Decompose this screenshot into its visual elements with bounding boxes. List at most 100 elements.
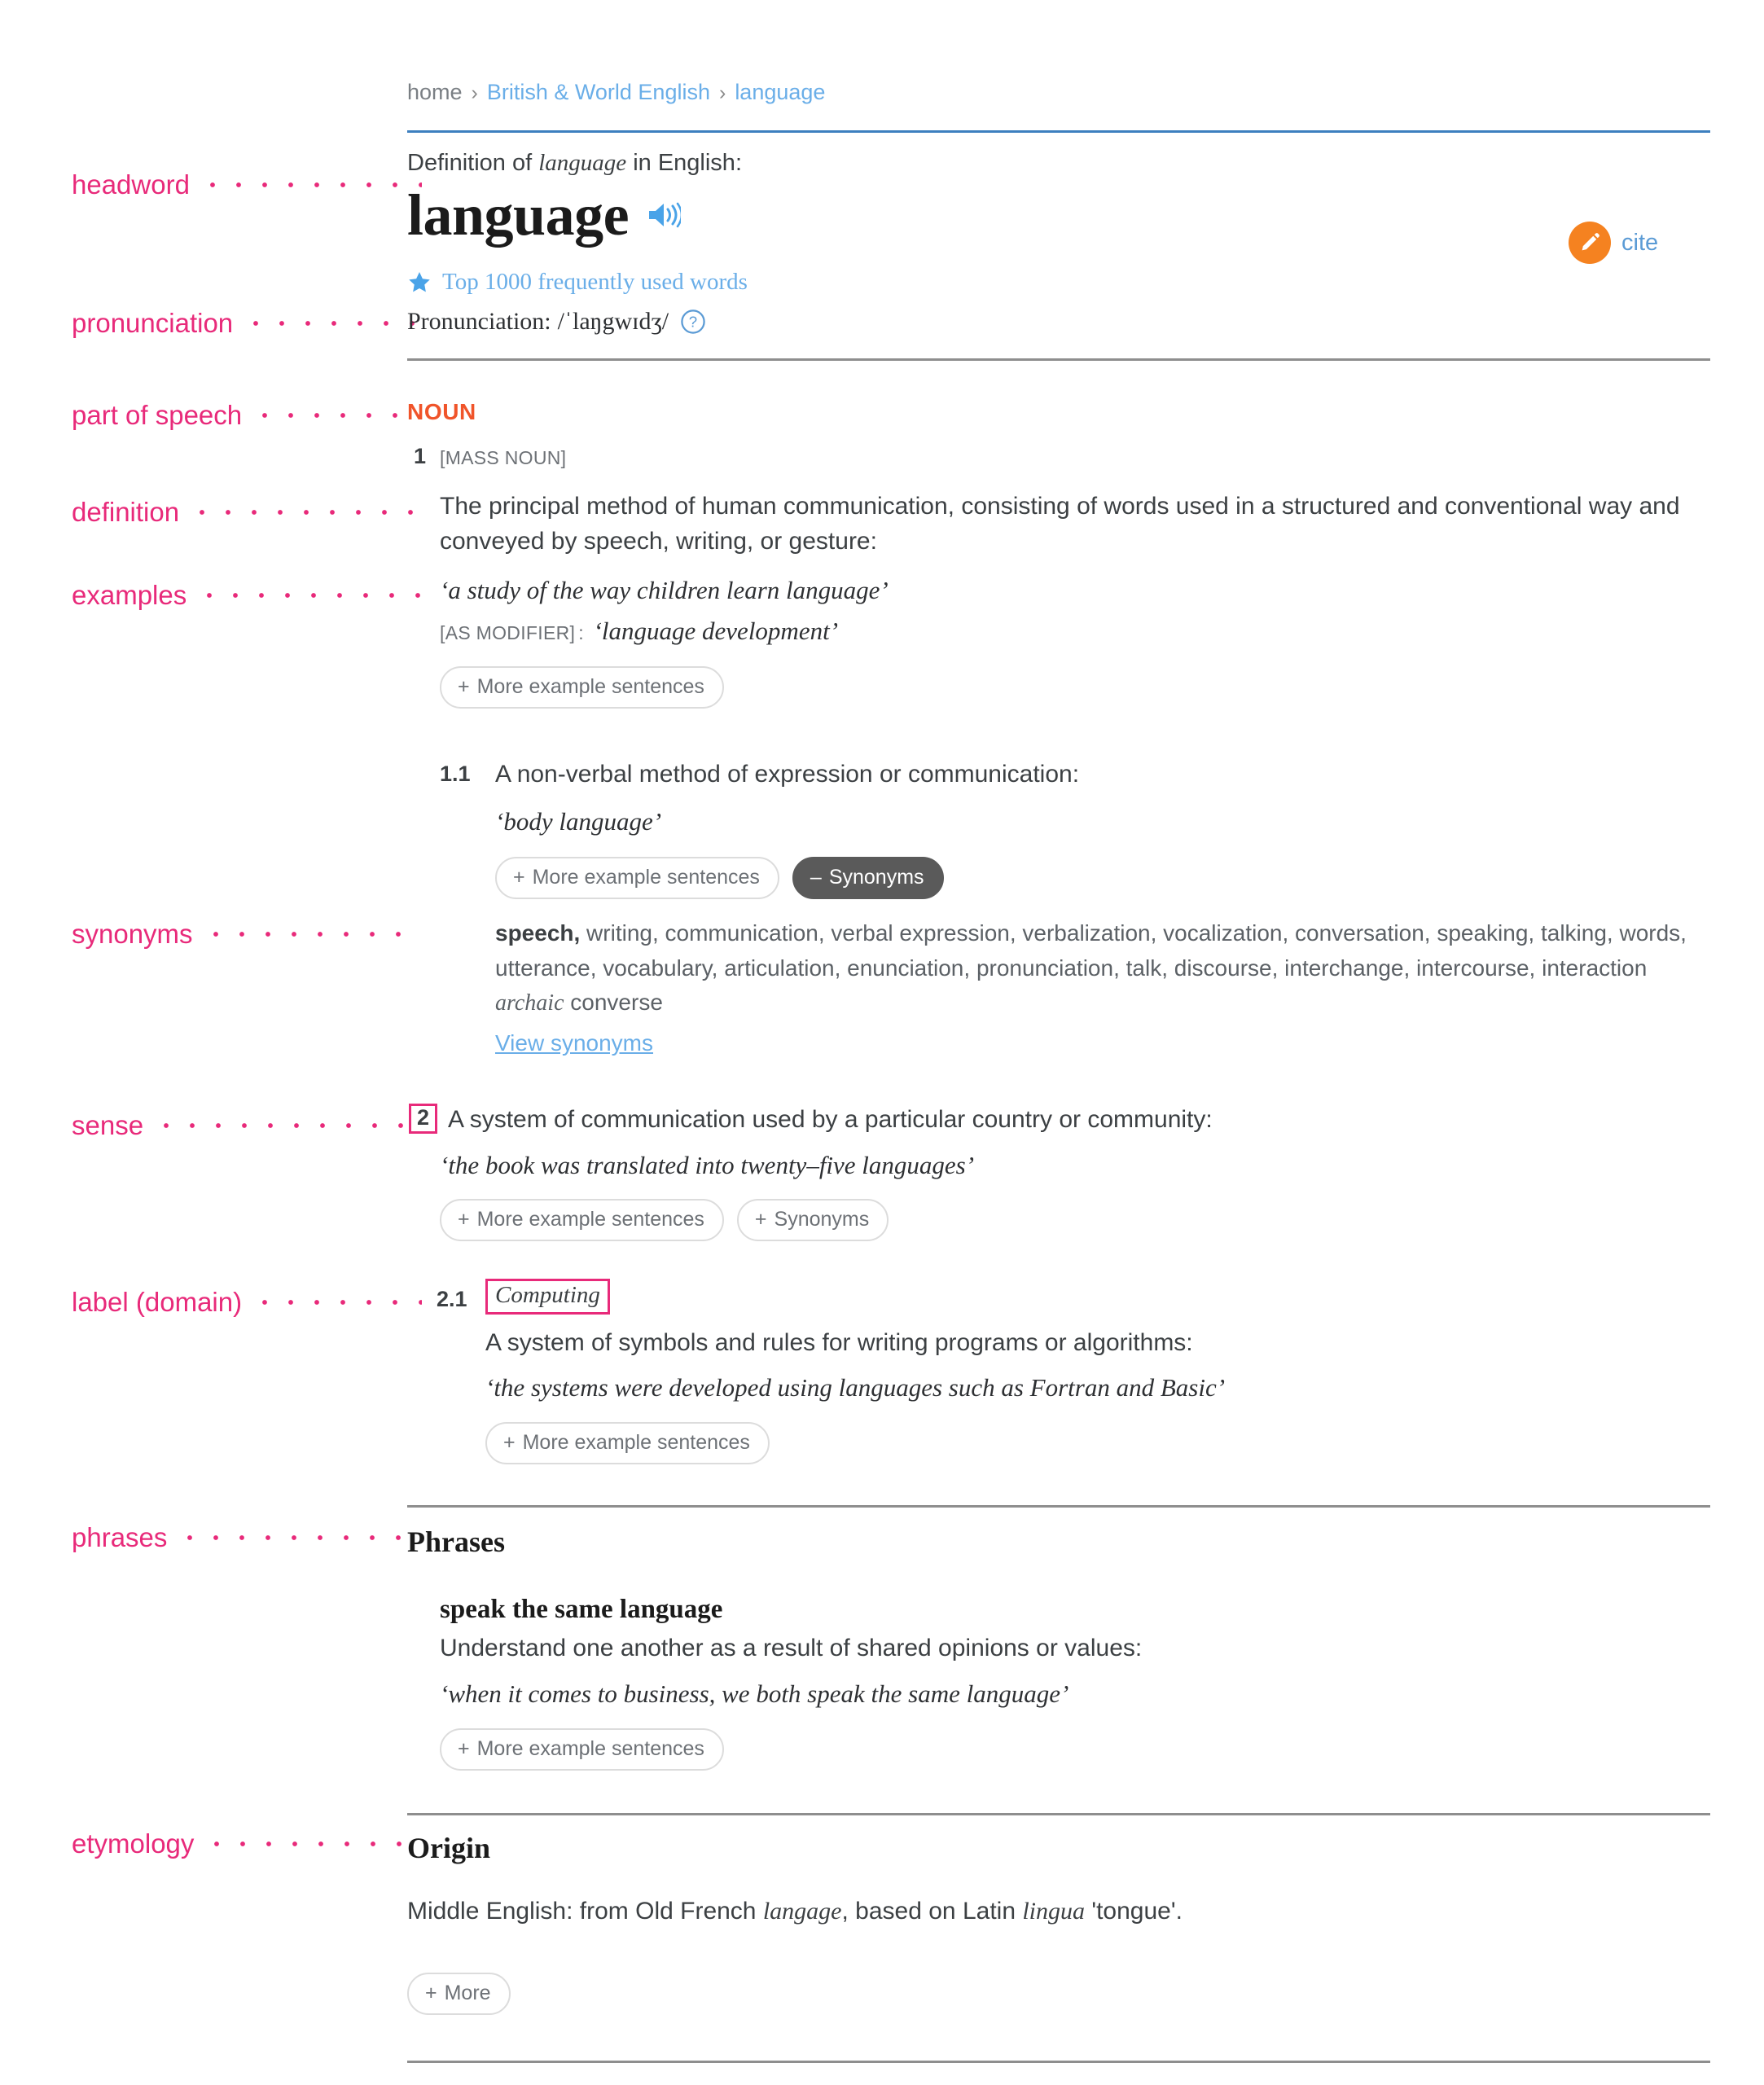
plus-sign: + bbox=[425, 1982, 437, 2004]
more-example-sentences-label: More example sentences bbox=[522, 1431, 750, 1454]
sense-2-1-buttons: + More example sentences bbox=[485, 1422, 770, 1464]
annotation-label: examples bbox=[72, 580, 187, 610]
modifier-example-row: [AS MODIFIER] : ‘language development’ bbox=[440, 617, 838, 646]
annotation-leader-line bbox=[202, 931, 422, 937]
minus-sign: – bbox=[810, 866, 822, 889]
synonyms-toggle-button[interactable]: + Synonyms bbox=[736, 1199, 889, 1241]
frequency-badge[interactable]: Top 1000 frequently used words bbox=[407, 269, 748, 296]
modifier-tag: [AS MODIFIER] bbox=[440, 622, 576, 643]
origin-divider bbox=[407, 1813, 1710, 1815]
sense-definition: A non-verbal method of expression or com… bbox=[495, 761, 1080, 788]
more-example-sentences-button[interactable]: + More example sentences bbox=[485, 1422, 770, 1464]
more-button[interactable]: + More bbox=[407, 1973, 511, 2015]
more-example-sentences-label: More example sentences bbox=[476, 1737, 704, 1760]
annotation-headword: headword bbox=[72, 167, 422, 203]
annotation-pronunciation: pronunciation bbox=[72, 305, 422, 341]
plus-sign: + bbox=[458, 1737, 470, 1760]
annotation-synonyms: synonyms bbox=[72, 916, 422, 952]
synonyms-list: speech, writing, communication, verbal e… bbox=[495, 916, 1749, 1021]
more-example-sentences-button[interactable]: + More example sentences bbox=[440, 666, 724, 709]
headword-row: language bbox=[407, 186, 682, 244]
origin-french-word: langage bbox=[762, 1898, 842, 1925]
synonyms-toggle-label: Synonyms bbox=[774, 1208, 870, 1231]
annotation-leader-line bbox=[177, 1534, 422, 1541]
annotation-label: headword bbox=[72, 169, 190, 200]
phrase-title: speak the same language bbox=[440, 1595, 723, 1624]
pos-divider bbox=[407, 358, 1710, 361]
modifier-example: ‘language development’ bbox=[593, 617, 839, 645]
pronunciation-label: Pronunciation: bbox=[407, 308, 551, 335]
origin-text: Middle English: from Old French langage,… bbox=[407, 1898, 1678, 1925]
sense-2-buttons: + More example sentences + Synonyms bbox=[440, 1199, 889, 1241]
more-example-sentences-button[interactable]: + More example sentences bbox=[440, 1199, 724, 1241]
plus-sign: + bbox=[754, 1208, 767, 1231]
annotation-sense: sense bbox=[72, 1108, 422, 1143]
plus-sign: + bbox=[513, 866, 525, 889]
origin-latin-word: lingua bbox=[1022, 1898, 1086, 1925]
help-icon[interactable]: ? bbox=[680, 309, 706, 335]
annotation-phrases: phrases bbox=[72, 1520, 422, 1556]
star-icon bbox=[407, 270, 432, 295]
more-button-label: More bbox=[444, 1982, 491, 2004]
annotation-leader-line bbox=[252, 1299, 422, 1306]
synonyms-archaic-label: archaic bbox=[495, 990, 564, 1016]
annotation-part-of-speech: part of speech bbox=[72, 397, 422, 433]
annotation-leader-line bbox=[243, 320, 422, 327]
cite-label: cite bbox=[1621, 229, 1659, 256]
sense-example: ‘the book was translated into twenty–fiv… bbox=[440, 1151, 975, 1179]
annotation-label: synonyms bbox=[72, 919, 193, 949]
more-example-sentences-button[interactable]: + More example sentences bbox=[495, 857, 779, 899]
svg-text:?: ? bbox=[689, 314, 697, 331]
sense-example: ‘body language’ bbox=[495, 807, 662, 836]
breadcrumb-home[interactable]: home bbox=[407, 80, 463, 104]
sense-number: 1.1 bbox=[440, 762, 471, 786]
breadcrumb-current[interactable]: language bbox=[735, 80, 825, 104]
part-of-speech: NOUN bbox=[407, 399, 476, 424]
annotation-examples: examples bbox=[72, 577, 422, 613]
frequency-badge-label: Top 1000 frequently used words bbox=[442, 269, 748, 295]
sense-1-1-buttons: + More example sentences – Synonyms bbox=[495, 857, 944, 899]
breadcrumb-separator-2: › bbox=[718, 81, 726, 104]
grammar-label: [MASS NOUN] bbox=[440, 447, 567, 468]
annotation-label: etymology bbox=[72, 1828, 195, 1859]
synonyms-toggle-button[interactable]: – Synonyms bbox=[792, 857, 944, 899]
breadcrumb-section[interactable]: British & World English bbox=[487, 80, 710, 104]
more-example-sentences-label: More example sentences bbox=[532, 866, 760, 889]
sense-definition: A system of communication used by a part… bbox=[448, 1106, 1213, 1133]
domain-label: Computing bbox=[485, 1279, 610, 1315]
more-example-sentences-label: More example sentences bbox=[476, 1208, 704, 1231]
sense-definition: A system of symbols and rules for writin… bbox=[485, 1329, 1193, 1356]
annotation-label: part of speech bbox=[72, 400, 243, 430]
annotation-definition: definition bbox=[72, 494, 422, 530]
more-example-sentences-button[interactable]: + More example sentences bbox=[440, 1728, 724, 1771]
view-synonyms-link[interactable]: View synonyms bbox=[495, 1030, 653, 1056]
pronunciation-row: Pronunciation: /ˈlaŋgwɪdʒ/ ? bbox=[407, 308, 706, 336]
annotation-leader-line bbox=[252, 412, 422, 419]
annotation-leader-line bbox=[199, 182, 422, 188]
sense-example: ‘the systems were developed using langua… bbox=[485, 1373, 1226, 1402]
header-divider bbox=[407, 130, 1710, 133]
annotation-label: definition bbox=[72, 497, 180, 527]
annotation-leader-line bbox=[204, 1841, 422, 1847]
synonyms-rest: writing, communication, verbal expressio… bbox=[495, 920, 1687, 981]
sense-1-buttons: + More example sentences bbox=[440, 666, 724, 709]
sense-number: 2.1 bbox=[437, 1287, 467, 1311]
sense-number: 2 bbox=[409, 1104, 438, 1134]
breadcrumb-separator-1: › bbox=[471, 81, 478, 104]
sense-definition: The principal method of human communicat… bbox=[440, 493, 1680, 555]
definition-of-suffix: in English: bbox=[626, 150, 742, 176]
origin-text-middle: , based on Latin bbox=[841, 1898, 1023, 1925]
speaker-icon[interactable] bbox=[647, 201, 682, 229]
modifier-colon: : bbox=[578, 622, 584, 643]
phrase-buttons: + More example sentences bbox=[440, 1728, 724, 1771]
cite-button[interactable]: cite bbox=[1569, 222, 1658, 264]
annotation-label: phrases bbox=[72, 1522, 168, 1552]
synonyms-toggle-label: Synonyms bbox=[828, 866, 924, 889]
annotation-label-domain: label (domain) bbox=[72, 1284, 422, 1320]
annotation-leader-line bbox=[153, 1122, 422, 1129]
plus-sign: + bbox=[458, 1208, 470, 1231]
plus-sign: + bbox=[458, 675, 470, 698]
phrases-divider bbox=[407, 1505, 1710, 1508]
breadcrumb: home › British & World English › language bbox=[407, 80, 825, 105]
annotation-label: pronunciation bbox=[72, 308, 234, 338]
